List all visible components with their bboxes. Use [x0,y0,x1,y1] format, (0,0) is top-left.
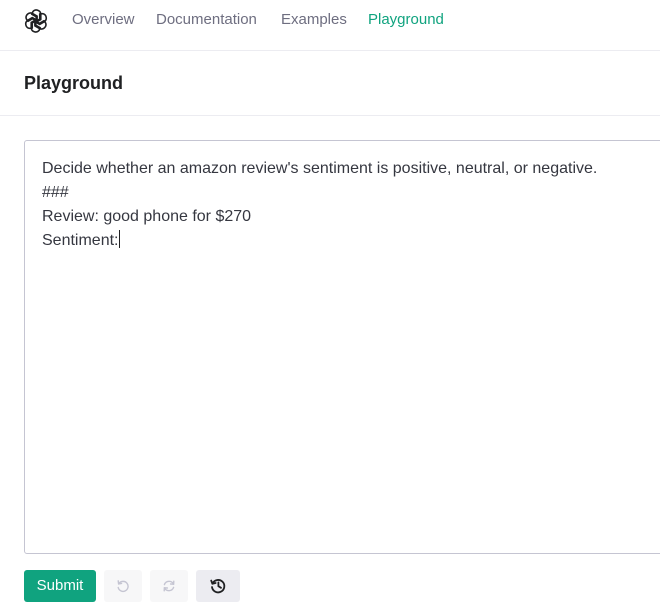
prompt-line-1: Decide whether an amazon review's sentim… [42,160,598,177]
prompt-line-3: Review: good phone for $270 [42,208,252,225]
prompt-text[interactable]: Decide whether an amazon review's sentim… [42,157,660,253]
history-icon [210,579,226,594]
undo-icon [117,580,129,593]
text-cursor [119,230,121,248]
nav-link-documentation[interactable]: Documentation [156,11,257,29]
top-navigation: Overview Documentation Examples Playgrou… [0,0,660,51]
redo-icon [163,580,175,592]
nav-link-overview[interactable]: Overview [72,11,135,29]
submit-button[interactable]: Submit [24,570,96,602]
page-title: Playground [24,73,124,93]
prompt-line-2: ### [42,184,69,201]
prompt-line-4: Sentiment: [42,232,119,249]
undo-button[interactable] [104,570,142,602]
nav-link-examples[interactable]: Examples [281,11,347,29]
openai-logo-icon[interactable] [23,8,49,34]
redo-button[interactable] [150,570,188,602]
page-header: Playground [0,51,660,116]
nav-link-playground[interactable]: Playground [368,11,444,29]
prompt-editor[interactable]: Decide whether an amazon review's sentim… [24,140,660,554]
history-button[interactable] [196,570,240,602]
